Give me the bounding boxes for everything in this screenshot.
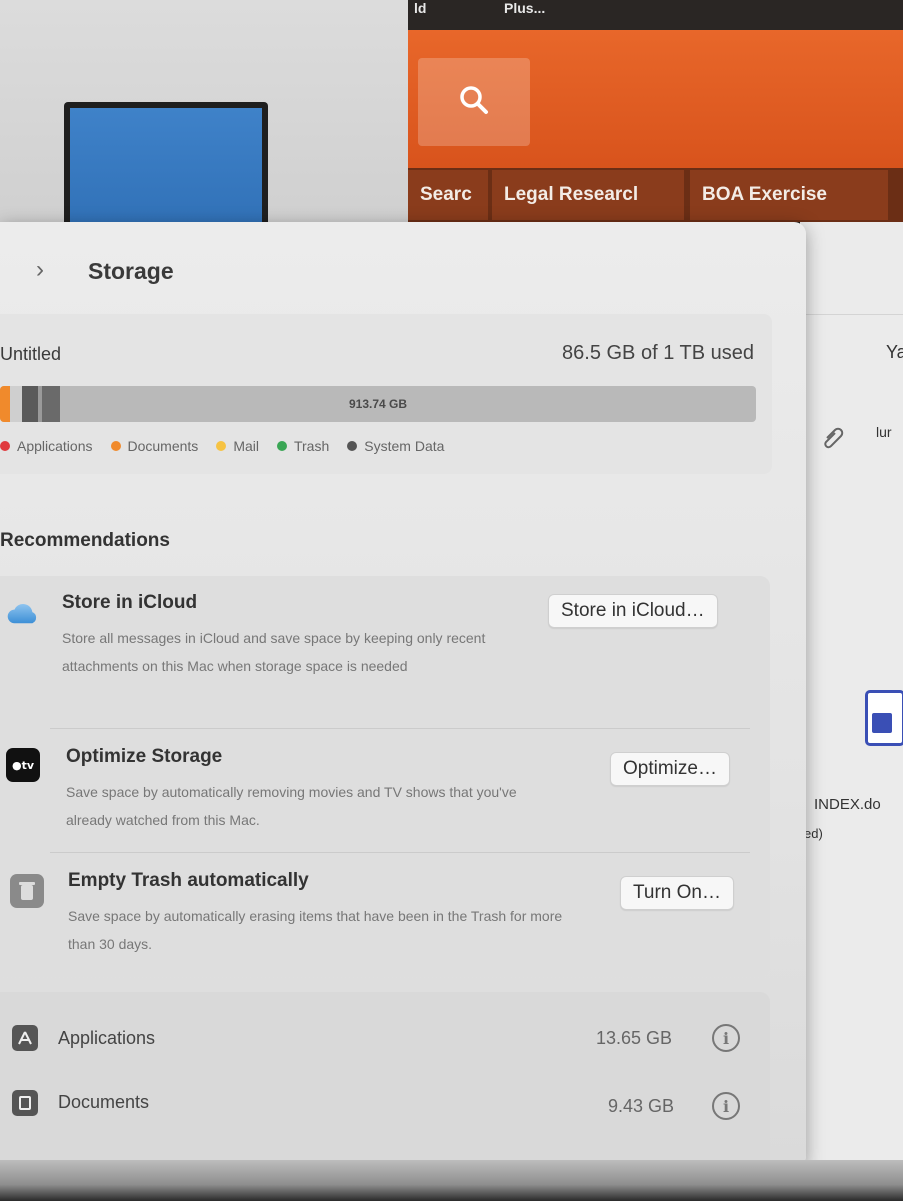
- category-label: Documents: [58, 1092, 150, 1112]
- page-title: Storage: [88, 258, 174, 284]
- legend-dot-icon: [0, 441, 10, 451]
- recommendations-heading: Recommendations: [0, 530, 170, 551]
- storage-settings-window: › Storage Untitled 86.5 GB of 1 TB used …: [0, 222, 806, 1168]
- category-row-applications[interactable]: Applications 13.65 GB i: [0, 1008, 770, 1068]
- storage-legend: Applications Documents Mail Trash System…: [0, 438, 462, 454]
- monitor-image: [64, 102, 268, 242]
- top-bar-fragment: Plus...: [504, 0, 546, 16]
- legend-trash: Trash: [276, 438, 329, 454]
- recommendation-description: Save space by automatically removing mov…: [66, 784, 517, 828]
- store-in-icloud-button[interactable]: Store in iCloud…: [548, 594, 718, 628]
- documents-icon: [12, 1090, 38, 1116]
- recommendation-title: Empty Trash automatically: [68, 870, 309, 891]
- recommendation-description: Store all messages in iCloud and save sp…: [62, 630, 486, 674]
- recommendation-title: Optimize Storage: [66, 746, 223, 767]
- title-bar: › Storage: [0, 222, 806, 314]
- legend-documents: Documents: [110, 438, 198, 454]
- tab-search[interactable]: Searc: [408, 170, 488, 220]
- recommendation-store-in-icloud: Store in iCloud Store all messages in iC…: [0, 576, 770, 726]
- icloud-icon: [6, 596, 40, 630]
- back-chevron-icon[interactable]: ›: [36, 256, 44, 284]
- apple-tv-icon: ●tv: [6, 748, 40, 782]
- paperclip-icon: [820, 424, 844, 455]
- free-space-label: 913.74 GB: [348, 397, 408, 411]
- turn-on-button[interactable]: Turn On…: [620, 876, 734, 910]
- category-size: 13.65 GB: [596, 1028, 673, 1048]
- legend-dot-icon: [347, 441, 358, 451]
- search-icon: [456, 82, 492, 123]
- storage-categories-list: Applications 13.65 GB i Documents 9.43 G…: [0, 992, 770, 1168]
- applications-icon: [12, 1025, 38, 1051]
- recommendation-description: Save space by automatically erasing item…: [68, 908, 563, 952]
- recommendation-optimize-storage: ●tv Optimize Storage Save space by autom…: [0, 730, 770, 850]
- info-icon[interactable]: i: [712, 1092, 740, 1120]
- recommendation-empty-trash: Empty Trash automatically Save space by …: [0, 854, 770, 974]
- divider: [50, 728, 750, 729]
- legend-system-data: System Data: [347, 438, 444, 454]
- legend-dot-icon: [216, 441, 227, 451]
- bg-fragment: ed): [804, 826, 823, 841]
- desk-surface: [0, 1160, 903, 1201]
- recommendation-title: Store in iCloud: [62, 592, 198, 613]
- legend-mail: Mail: [216, 438, 259, 454]
- trash-icon: [10, 874, 44, 908]
- word-document-icon: [865, 690, 903, 746]
- tab-boa-exercise[interactable]: BOA Exercise: [690, 170, 888, 220]
- storage-bar: 913.74 GB: [0, 386, 756, 422]
- info-icon[interactable]: i: [712, 1024, 740, 1052]
- legend-dot-icon: [110, 441, 121, 451]
- divider: [50, 852, 750, 853]
- recommendations-card: Store in iCloud Store all messages in iC…: [0, 576, 770, 976]
- legend-dot-icon: [276, 441, 287, 451]
- optimize-button[interactable]: Optimize…: [610, 752, 730, 786]
- top-bar-fragment: ld: [414, 0, 427, 16]
- search-button[interactable]: [418, 58, 530, 146]
- tab-legal-research[interactable]: Legal Researcl: [492, 170, 684, 220]
- legend-applications: Applications: [0, 438, 93, 454]
- disk-usage-text: 86.5 GB of 1 TB used: [562, 342, 754, 364]
- bg-fragment: lur: [876, 424, 892, 440]
- bg-file-name: INDEX.do: [814, 796, 881, 813]
- bg-fragment: Ya: [886, 342, 903, 362]
- category-label: Applications: [58, 1028, 156, 1048]
- category-row-documents[interactable]: Documents 9.43 GB i: [0, 1076, 770, 1136]
- disk-name: Untitled: [0, 344, 62, 364]
- category-size: 9.43 GB: [608, 1096, 675, 1116]
